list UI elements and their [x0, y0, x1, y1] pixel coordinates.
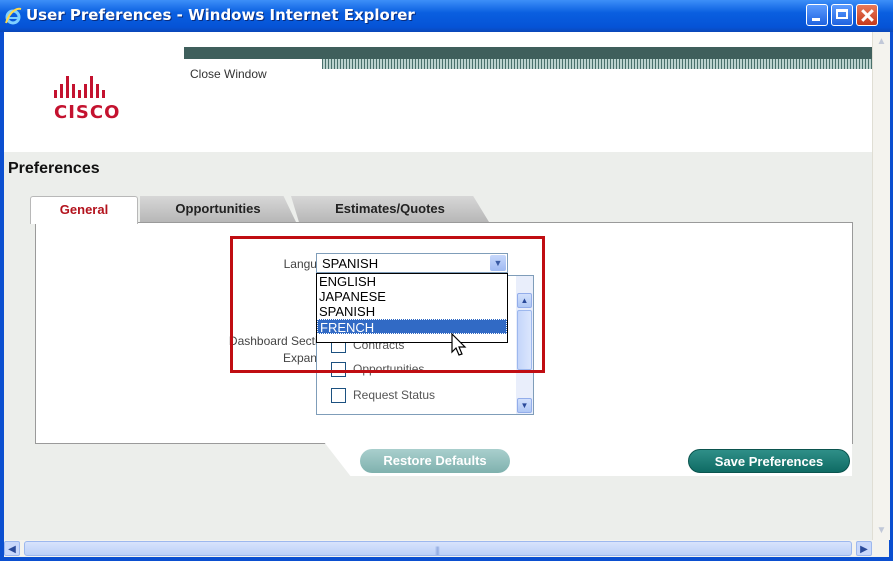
page-title: Preferences [8, 160, 100, 177]
window-title: User Preferences - Windows Internet Expl… [26, 6, 415, 24]
checkbox-label: Request Status [353, 388, 436, 402]
annotation-highlight-box [230, 236, 545, 373]
vertical-scrollbar[interactable]: ▲ ▼ [872, 32, 890, 540]
internet-explorer-icon [5, 7, 22, 25]
window-frame: Close Window CISCO Preferences General O… [0, 32, 893, 561]
cisco-logo-bars [54, 74, 144, 98]
header-stripe [322, 59, 872, 69]
horizontal-scrollbar[interactable]: ◀ ||| ▶ [4, 540, 872, 557]
close-button[interactable] [856, 4, 878, 26]
mouse-pointer-icon [451, 333, 467, 356]
checkbox-icon[interactable] [331, 388, 346, 404]
scroll-left-icon[interactable]: ◀ [4, 541, 20, 556]
close-window-link[interactable]: Close Window [190, 67, 267, 81]
checkbox-request-status[interactable]: Request Status [331, 388, 436, 404]
scroll-right-icon[interactable]: ▶ [856, 541, 872, 556]
restore-defaults-button[interactable]: Restore Defaults [360, 449, 510, 473]
tab-estimates-quotes[interactable]: Estimates/Quotes [291, 196, 489, 222]
header-bar [184, 47, 872, 59]
cisco-logo: CISCO [54, 74, 144, 134]
maximize-button[interactable] [831, 4, 853, 26]
scrollbar-corner [872, 540, 889, 557]
scroll-up-icon[interactable]: ▲ [874, 34, 889, 49]
general-form: Language Dashboard Sections Expanded SPA… [35, 222, 853, 444]
form-footer: Restore Defaults Save Preferences [4, 442, 872, 476]
minimize-button[interactable] [806, 4, 828, 26]
preferences-panel: Preferences General Opportunities Estima… [4, 152, 872, 540]
save-preferences-button[interactable]: Save Preferences [688, 449, 850, 473]
scroll-down-icon[interactable]: ▼ [874, 523, 889, 538]
tab-opportunities[interactable]: Opportunities [140, 196, 296, 222]
page-header: Close Window CISCO [4, 32, 872, 152]
page-content: Close Window CISCO Preferences General O… [4, 32, 872, 540]
horizontal-scroll-thumb[interactable]: ||| [24, 541, 852, 556]
scroll-down-icon[interactable]: ▼ [517, 398, 532, 413]
title-bar: User Preferences - Windows Internet Expl… [0, 0, 893, 32]
tab-general[interactable]: General [30, 196, 138, 224]
